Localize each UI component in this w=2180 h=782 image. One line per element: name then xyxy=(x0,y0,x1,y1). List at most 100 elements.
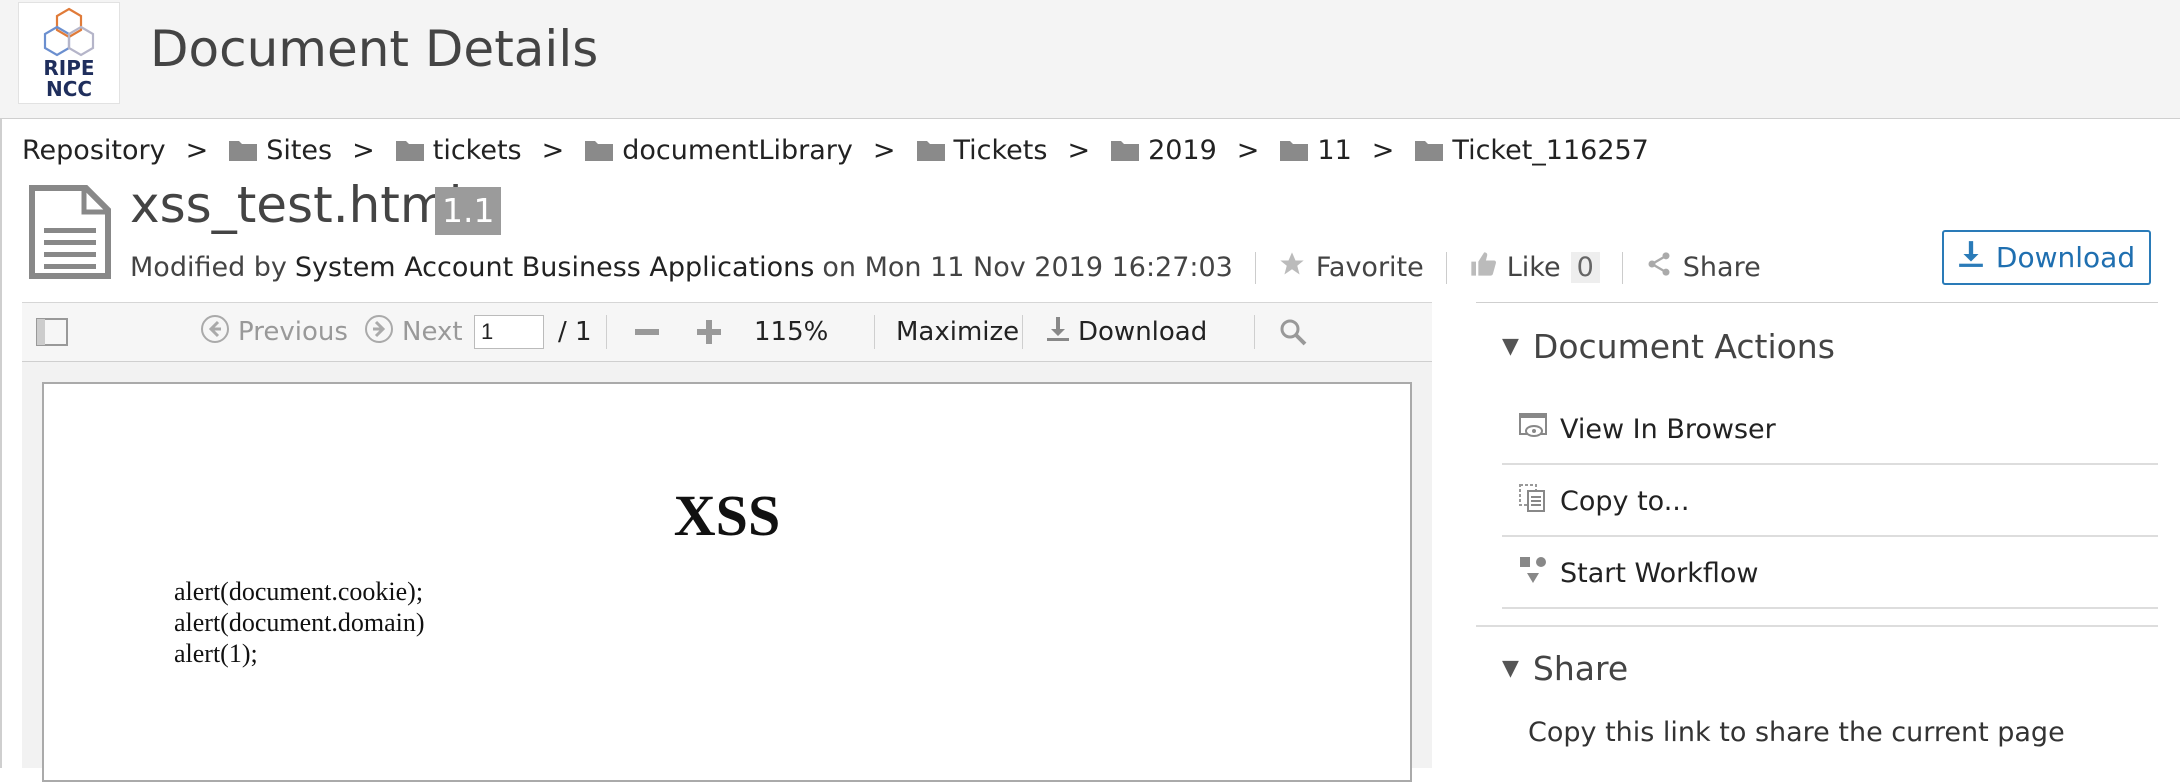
start-workflow-action[interactable]: Start Workflow xyxy=(1502,539,2158,609)
download-icon xyxy=(1958,240,1984,275)
breadcrumb-item-sites[interactable]: Sites xyxy=(228,135,332,166)
collapse-triangle-icon: ▼ xyxy=(1502,656,1519,681)
zoom-level[interactable]: 115% xyxy=(754,303,828,361)
zoom-out-icon[interactable] xyxy=(634,303,660,361)
folder-icon xyxy=(916,138,946,162)
document-actions-title: Document Actions xyxy=(1532,327,1835,366)
logo-text-ncc: NCC xyxy=(45,77,93,101)
folder-icon xyxy=(1414,138,1444,162)
logo-text-ripe: RIPE xyxy=(43,56,95,80)
download-icon xyxy=(1046,316,1070,349)
sidebar-toggle-icon[interactable] xyxy=(36,303,68,361)
ripe-ncc-logo[interactable]: RIPE NCC xyxy=(18,2,120,104)
meta-divider xyxy=(1621,251,1623,284)
breadcrumb-item-2019[interactable]: 2019 xyxy=(1110,135,1217,166)
workflow-icon xyxy=(1518,555,1548,592)
document-actions-header[interactable]: ▼ Document Actions xyxy=(1502,327,1835,366)
breadcrumb-item-11[interactable]: 11 xyxy=(1279,134,1352,166)
toolbar-divider xyxy=(874,315,875,349)
next-label: Next xyxy=(402,317,463,347)
page-title: Document Details xyxy=(150,20,599,78)
share-label: Share xyxy=(1682,252,1761,283)
breadcrumb-separator: > xyxy=(185,134,209,166)
copy-icon xyxy=(1518,483,1548,520)
share-description: Copy this link to share the current page xyxy=(1528,717,2065,748)
document-meta: Modified by System Account Business Appl… xyxy=(130,250,1761,285)
toolbar-divider xyxy=(1254,315,1255,349)
search-icon[interactable] xyxy=(1278,303,1308,361)
version-badge: 1.1 xyxy=(435,187,502,235)
thumbs-up-icon xyxy=(1469,250,1497,285)
viewer-toolbar: Previous Next / 1 115% Maximize Download xyxy=(22,302,1432,363)
like-count: 0 xyxy=(1570,252,1600,283)
page-total: / 1 xyxy=(558,317,592,347)
breadcrumb-label: Repository xyxy=(22,134,166,166)
document-line: alert(document.cookie); xyxy=(174,577,424,606)
maximize-button[interactable]: Maximize xyxy=(896,303,1019,361)
share-section-title: Share xyxy=(1532,649,1629,688)
folder-icon xyxy=(228,138,258,162)
breadcrumb-separator: > xyxy=(1236,134,1260,166)
previous-page-button[interactable]: Previous xyxy=(200,303,348,361)
copy-to-label: Copy to... xyxy=(1560,485,1690,517)
breadcrumb: Repository > Sites > tickets > documentL… xyxy=(22,130,1649,170)
modified-prefix: Modified by xyxy=(130,252,287,283)
breadcrumb-separator: > xyxy=(1371,134,1395,166)
collapse-triangle-icon: ▼ xyxy=(1502,334,1519,359)
breadcrumb-label: Sites xyxy=(266,134,333,166)
copy-to-action[interactable]: Copy to... xyxy=(1502,467,2158,537)
share-icon xyxy=(1645,250,1673,285)
breadcrumb-separator: > xyxy=(1067,134,1091,166)
zoom-in-icon[interactable] xyxy=(696,303,722,361)
arrow-right-circle-icon xyxy=(364,314,394,351)
document-viewer[interactable]: XSS alert(document.cookie); alert(docume… xyxy=(22,362,1432,782)
document-line: alert(1); xyxy=(174,639,258,668)
breadcrumb-label: tickets xyxy=(432,134,522,166)
breadcrumb-item-tickets-folder[interactable]: Tickets xyxy=(916,134,1048,166)
document-icon xyxy=(28,184,112,284)
previous-label: Previous xyxy=(238,317,348,347)
document-line: alert(document.domain) xyxy=(174,608,425,637)
folder-icon xyxy=(1110,138,1140,162)
breadcrumb-label: Tickets xyxy=(953,134,1048,166)
toolbar-divider xyxy=(1022,315,1023,349)
share-action[interactable]: Share xyxy=(1645,250,1761,285)
download-button-label: Download xyxy=(1995,241,2136,274)
view-in-browser-icon xyxy=(1518,411,1548,448)
modified-by-link[interactable]: System Account Business Applications xyxy=(295,252,814,283)
breadcrumb-separator: > xyxy=(872,134,896,166)
left-border xyxy=(0,118,2,768)
document-sidebar: ▼ Document Actions View In Browser Copy … xyxy=(1476,302,2158,769)
favorite-action[interactable]: Favorite xyxy=(1278,250,1424,285)
start-workflow-label: Start Workflow xyxy=(1560,557,1759,589)
document-body: alert(document.cookie); alert(document.d… xyxy=(174,576,425,669)
download-button[interactable]: Download xyxy=(1942,230,2151,285)
folder-icon xyxy=(395,138,425,162)
document-page: XSS alert(document.cookie); alert(docume… xyxy=(42,382,1412,782)
meta-divider xyxy=(1254,251,1256,284)
arrow-left-circle-icon xyxy=(200,314,230,351)
breadcrumb-label: 11 xyxy=(1317,134,1352,166)
panel-divider xyxy=(1476,625,2158,627)
like-label: Like xyxy=(1506,252,1561,283)
breadcrumb-item-ticket[interactable]: Ticket_116257 xyxy=(1414,135,1649,166)
page-number-input[interactable] xyxy=(474,315,544,349)
breadcrumb-item-documentlibrary[interactable]: documentLibrary xyxy=(584,135,853,166)
meta-divider xyxy=(1445,251,1447,284)
like-action[interactable]: Like 0 xyxy=(1469,250,1600,285)
folder-icon xyxy=(584,138,614,162)
share-section-header[interactable]: ▼ Share xyxy=(1502,649,1628,688)
breadcrumb-label: 2019 xyxy=(1148,134,1217,166)
breadcrumb-item-repository[interactable]: Repository xyxy=(22,135,166,166)
modified-date: on Mon 11 Nov 2019 16:27:03 xyxy=(822,252,1233,283)
viewer-download-button[interactable]: Download xyxy=(1046,303,1207,361)
view-in-browser-label: View In Browser xyxy=(1560,413,1776,445)
app-header: RIPE NCC Document Details xyxy=(0,0,2180,119)
toolbar-divider xyxy=(606,315,607,349)
viewer-download-label: Download xyxy=(1078,317,1208,347)
breadcrumb-item-tickets[interactable]: tickets xyxy=(395,135,522,166)
view-in-browser-action[interactable]: View In Browser xyxy=(1502,395,2158,465)
page-number-field xyxy=(474,303,544,361)
favorite-label: Favorite xyxy=(1315,252,1424,283)
next-page-button[interactable]: Next xyxy=(364,303,463,361)
